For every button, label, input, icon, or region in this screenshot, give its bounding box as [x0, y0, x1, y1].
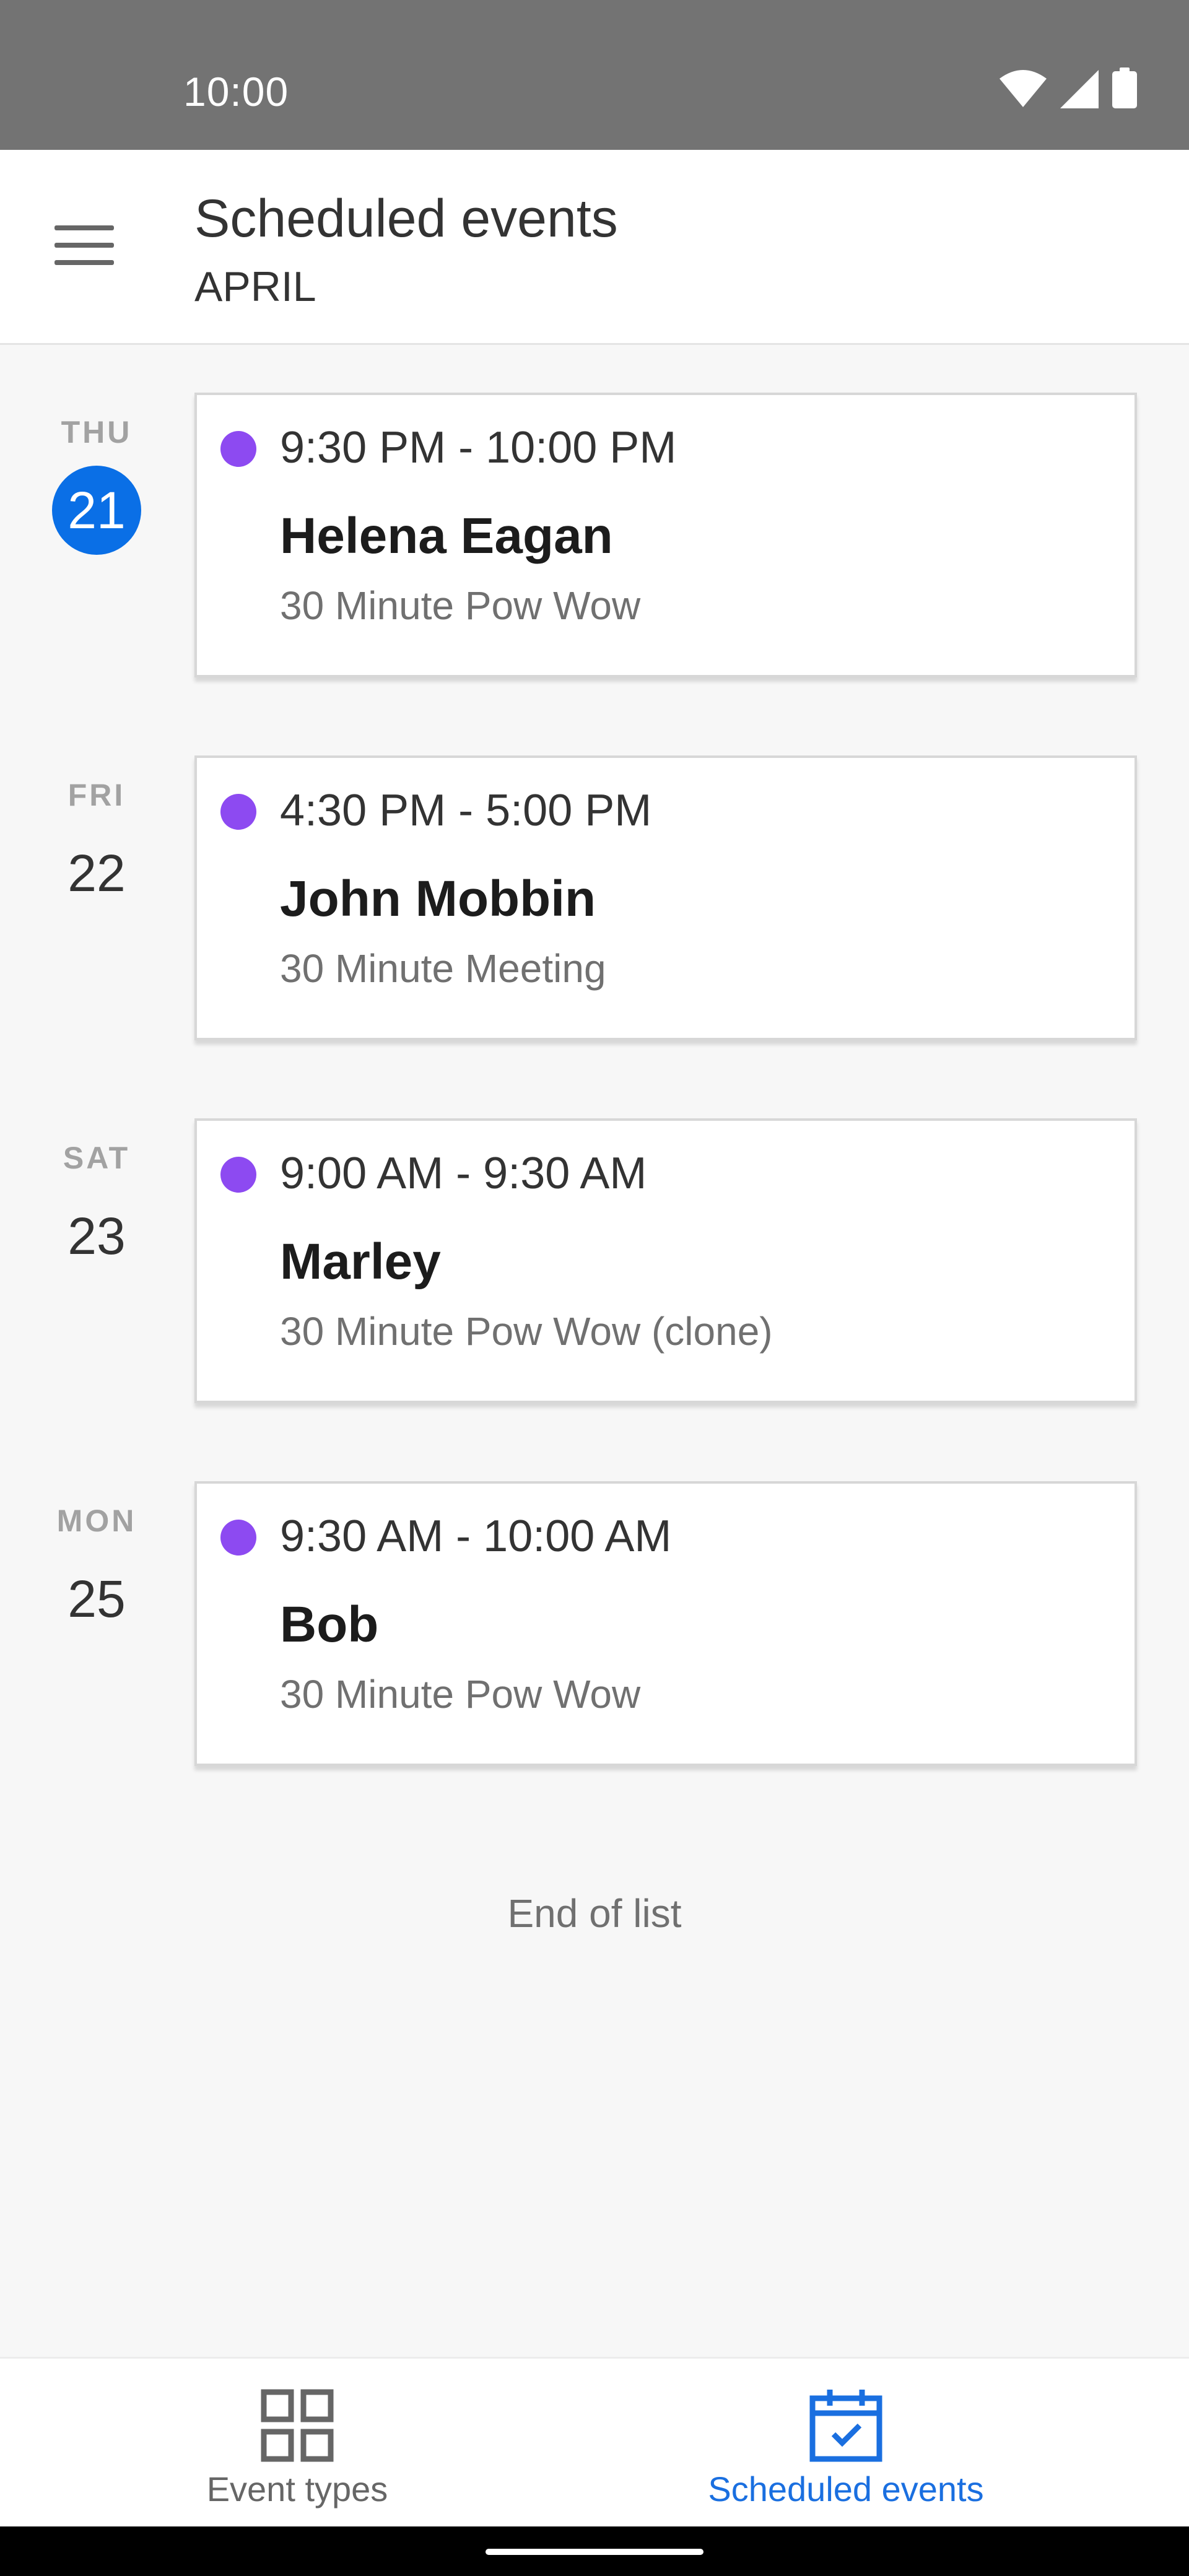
day-date: 22 [68, 844, 126, 902]
event-card[interactable]: 9:00 AM - 9:30 AM Marley 30 Minute Pow W… [194, 1118, 1137, 1403]
tab-scheduled-events[interactable]: Scheduled events [549, 2359, 1143, 2528]
tab-event-types[interactable]: Event types [0, 2359, 594, 2528]
tab-scheduled-events-label: Scheduled events [708, 2469, 984, 2509]
event-invitee-name: Marley [280, 1234, 441, 1290]
event-color-dot [220, 1157, 256, 1193]
event-color-dot [220, 794, 256, 830]
event-invitee-name: John Mobbin [280, 871, 596, 927]
menu-icon[interactable] [54, 223, 114, 268]
event-time: 4:30 PM - 5:00 PM [280, 786, 652, 835]
end-of-list-text: End of list [507, 1891, 682, 1936]
event-card[interactable]: 9:30 AM - 10:00 AM Bob 30 Minute Pow Wow [194, 1481, 1137, 1766]
day-date-today: 21 [52, 466, 141, 555]
day-date: 25 [68, 1570, 126, 1628]
day-date: 23 [68, 1207, 126, 1265]
status-bar: 10:00 [0, 0, 1189, 150]
event-time: 9:30 AM - 10:00 AM [280, 1512, 672, 1561]
calendar-check-icon [809, 2388, 883, 2463]
event-color-dot [220, 431, 256, 467]
event-type: 30 Minute Pow Wow [280, 583, 641, 628]
day-weekday: THU [61, 415, 133, 450]
day-weekday: MON [56, 1503, 137, 1538]
event-type: 30 Minute Pow Wow (clone) [280, 1309, 773, 1354]
event-time: 9:30 PM - 10:00 PM [280, 423, 677, 472]
page-subtitle-month: APRIL [194, 263, 316, 310]
event-card[interactable]: 4:30 PM - 5:00 PM John Mobbin 30 Minute … [194, 755, 1137, 1040]
status-time: 10:00 [183, 69, 289, 115]
system-navigation-bar [0, 2526, 1189, 2576]
event-time: 9:00 AM - 9:30 AM [280, 1149, 647, 1198]
wifi-icon [1000, 70, 1047, 111]
day-weekday: FRI [68, 778, 126, 812]
event-type: 30 Minute Pow Wow [280, 1672, 641, 1717]
home-gesture-handle[interactable] [486, 2549, 703, 2555]
bottom-navigation: Event types Scheduled events [0, 2357, 1189, 2528]
battery-icon [1112, 67, 1137, 111]
tab-event-types-label: Event types [206, 2469, 388, 2509]
signal-icon [1060, 70, 1099, 111]
page-title: Scheduled events [194, 189, 618, 248]
event-invitee-name: Helena Eagan [280, 508, 613, 564]
event-type: 30 Minute Meeting [280, 946, 606, 991]
event-color-dot [220, 1520, 256, 1556]
event-invitee-name: Bob [280, 1596, 379, 1653]
grid-icon [260, 2388, 334, 2463]
status-icons [1000, 67, 1137, 111]
day-weekday: SAT [63, 1141, 131, 1175]
event-card[interactable]: 9:30 PM - 10:00 PM Helena Eagan 30 Minut… [194, 393, 1137, 677]
